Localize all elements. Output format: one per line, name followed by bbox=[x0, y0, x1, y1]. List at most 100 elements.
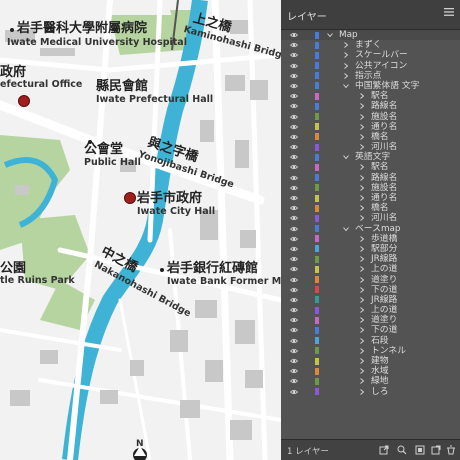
chevron-right-icon[interactable] bbox=[359, 184, 365, 191]
layer-row[interactable]: 石段 bbox=[281, 336, 460, 346]
search-icon[interactable] bbox=[397, 445, 407, 455]
eye-icon[interactable] bbox=[290, 357, 298, 365]
chevron-right-icon[interactable] bbox=[359, 93, 365, 99]
layer-row[interactable]: 下の道 bbox=[281, 285, 460, 295]
layer-row[interactable]: 施設名 bbox=[281, 112, 460, 122]
layer-row[interactable]: 路線名 bbox=[281, 173, 460, 183]
panel-menu-icon[interactable] bbox=[444, 8, 454, 16]
eye-icon[interactable] bbox=[290, 184, 298, 192]
chevron-down-icon[interactable] bbox=[343, 154, 349, 160]
eye-icon[interactable] bbox=[290, 265, 298, 273]
eye-icon[interactable] bbox=[290, 82, 298, 90]
layer-row[interactable]: トンネル bbox=[281, 346, 460, 356]
eye-icon[interactable] bbox=[290, 51, 298, 59]
layer-row[interactable]: 英語文字 bbox=[281, 152, 460, 162]
chevron-right-icon[interactable] bbox=[359, 164, 365, 171]
layer-row[interactable]: 歩道橋 bbox=[281, 234, 460, 244]
eye-icon[interactable] bbox=[290, 214, 298, 222]
layer-row[interactable]: 橋名 bbox=[281, 132, 460, 142]
chevron-right-icon[interactable] bbox=[359, 388, 365, 395]
layer-row[interactable]: JR線路 bbox=[281, 295, 460, 305]
export-icon[interactable] bbox=[379, 445, 389, 455]
eye-icon[interactable] bbox=[290, 388, 298, 396]
eye-icon[interactable] bbox=[290, 296, 298, 304]
chevron-right-icon[interactable] bbox=[359, 134, 365, 140]
layer-row[interactable]: スケールバー bbox=[281, 50, 460, 60]
tab-layers[interactable]: レイヤー bbox=[287, 8, 327, 23]
layer-row[interactable]: 上の道 bbox=[281, 264, 460, 274]
eye-icon[interactable] bbox=[290, 377, 298, 385]
layer-row[interactable]: 駅部分 bbox=[281, 244, 460, 254]
layer-row[interactable]: 中国繁体語 文字 bbox=[281, 81, 460, 91]
eye-icon[interactable] bbox=[290, 163, 298, 171]
layer-row[interactable]: 緑地 bbox=[281, 376, 460, 386]
eye-icon[interactable] bbox=[290, 31, 298, 39]
chevron-right-icon[interactable] bbox=[359, 103, 365, 110]
chevron-down-icon[interactable] bbox=[343, 226, 349, 232]
eye-icon[interactable] bbox=[290, 306, 298, 314]
eye-icon[interactable] bbox=[290, 316, 298, 324]
chevron-right-icon[interactable] bbox=[359, 144, 365, 150]
layer-row[interactable]: Map bbox=[281, 30, 460, 41]
layer-row[interactable]: 通り名 bbox=[281, 193, 460, 203]
eye-icon[interactable] bbox=[290, 62, 298, 70]
layer-row[interactable]: 道塗り bbox=[281, 275, 460, 285]
clipping-mask-icon[interactable] bbox=[415, 445, 425, 455]
eye-icon[interactable] bbox=[290, 225, 298, 233]
chevron-right-icon[interactable] bbox=[359, 368, 365, 375]
eye-icon[interactable] bbox=[290, 235, 298, 243]
chevron-right-icon[interactable] bbox=[359, 286, 365, 293]
eye-icon[interactable] bbox=[290, 204, 298, 212]
layer-row[interactable]: しろ bbox=[281, 387, 460, 397]
eye-icon[interactable] bbox=[290, 286, 298, 294]
layer-row[interactable]: 橋名 bbox=[281, 203, 460, 213]
eye-icon[interactable] bbox=[290, 245, 298, 253]
eye-icon[interactable] bbox=[290, 102, 298, 110]
map-canvas[interactable]: 岩手醫科大學附屬病院 Iwate Medical University Hosp… bbox=[0, 0, 281, 460]
layer-row[interactable]: 駅名 bbox=[281, 91, 460, 101]
chevron-down-icon[interactable] bbox=[327, 32, 333, 38]
chevron-right-icon[interactable] bbox=[343, 52, 349, 59]
eye-icon[interactable] bbox=[290, 41, 298, 49]
layer-row[interactable]: 水域 bbox=[281, 366, 460, 376]
layer-row[interactable]: 河川名 bbox=[281, 142, 460, 152]
chevron-right-icon[interactable] bbox=[359, 195, 365, 201]
chevron-right-icon[interactable] bbox=[359, 276, 365, 283]
layer-row[interactable]: 下の道 bbox=[281, 325, 460, 335]
chevron-right-icon[interactable] bbox=[359, 123, 365, 130]
eye-icon[interactable] bbox=[290, 326, 298, 334]
chevron-right-icon[interactable] bbox=[359, 205, 365, 212]
chevron-right-icon[interactable] bbox=[359, 215, 365, 222]
eye-icon[interactable] bbox=[290, 92, 298, 100]
eye-icon[interactable] bbox=[290, 123, 298, 131]
eye-icon[interactable] bbox=[290, 194, 298, 202]
chevron-down-icon[interactable] bbox=[343, 83, 349, 89]
chevron-right-icon[interactable] bbox=[359, 317, 365, 324]
eye-icon[interactable] bbox=[290, 347, 298, 355]
chevron-right-icon[interactable] bbox=[359, 266, 365, 273]
eye-icon[interactable] bbox=[290, 255, 298, 263]
chevron-right-icon[interactable] bbox=[359, 246, 365, 252]
layer-row[interactable]: 施設名 bbox=[281, 183, 460, 193]
chevron-right-icon[interactable] bbox=[359, 307, 365, 313]
chevron-right-icon[interactable] bbox=[343, 42, 349, 49]
layer-row[interactable]: 建物 bbox=[281, 356, 460, 366]
chevron-right-icon[interactable] bbox=[359, 297, 365, 303]
layer-row[interactable]: 駅名 bbox=[281, 162, 460, 172]
layer-row[interactable]: 路線名 bbox=[281, 101, 460, 111]
chevron-right-icon[interactable] bbox=[343, 72, 349, 79]
chevron-right-icon[interactable] bbox=[359, 327, 365, 334]
layer-row[interactable]: ベースmap bbox=[281, 224, 460, 234]
chevron-right-icon[interactable] bbox=[359, 337, 365, 344]
chevron-right-icon[interactable] bbox=[343, 62, 349, 69]
chevron-right-icon[interactable] bbox=[359, 347, 365, 354]
eye-icon[interactable] bbox=[290, 276, 298, 284]
layer-row[interactable]: 通り名 bbox=[281, 122, 460, 132]
eye-icon[interactable] bbox=[290, 153, 298, 161]
eye-icon[interactable] bbox=[290, 367, 298, 375]
chevron-right-icon[interactable] bbox=[359, 235, 365, 242]
layer-row[interactable]: 指示点 bbox=[281, 71, 460, 81]
layer-row[interactable]: 河川名 bbox=[281, 213, 460, 223]
chevron-right-icon[interactable] bbox=[359, 378, 365, 385]
chevron-right-icon[interactable] bbox=[359, 358, 365, 364]
